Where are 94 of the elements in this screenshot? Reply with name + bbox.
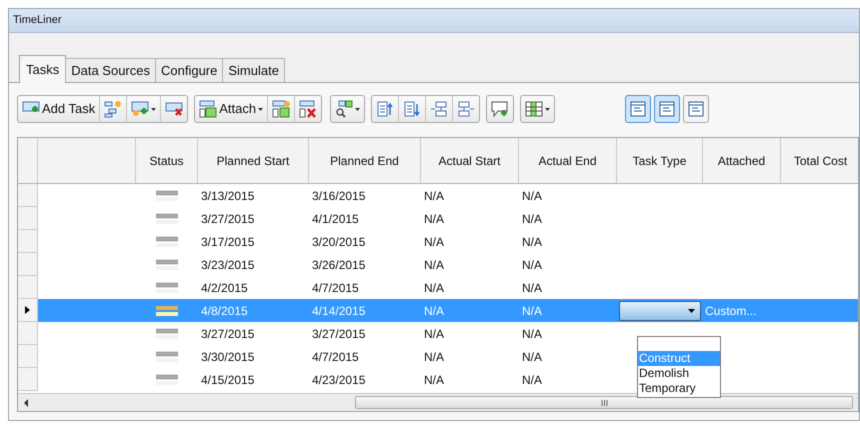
column-header[interactable]: Status [149, 152, 184, 170]
horizontal-scrollbar[interactable] [18, 393, 858, 411]
table-cell-text: 4/15/2015 [201, 372, 254, 388]
status-bars-icon [156, 282, 178, 294]
window-layout-icon [630, 101, 646, 117]
table-cell-text: N/A [522, 372, 542, 388]
status-bars-icon [156, 350, 178, 362]
dropdown-button[interactable]: Attach [195, 96, 268, 122]
column-header[interactable]: Total Cost [794, 152, 848, 170]
table-cell-text: N/A [424, 348, 444, 366]
table-cell-text: N/A [424, 280, 444, 296]
caret-icon [688, 308, 695, 312]
grip-icon [600, 400, 608, 406]
table-cell-text: N/A [424, 234, 444, 250]
tab[interactable]: Data Sources [65, 58, 156, 82]
table-cell-text: 3/30/2015 [201, 348, 254, 366]
table-cell-text: 3/17/2015 [201, 234, 254, 250]
status-bars-icon [156, 304, 178, 316]
table-cell-text: N/A [424, 188, 444, 204]
table-cell-text: N/A [424, 372, 444, 388]
status-bars-icon [156, 212, 178, 224]
row-header[interactable] [18, 299, 38, 322]
table-cell-text: 4/1/2015 [312, 210, 359, 228]
status-bars-icon [156, 328, 178, 340]
list-down-icon [403, 100, 422, 118]
table-cell-text: 3/27/2015 [201, 326, 254, 342]
table-cell-text: 3/26/2015 [312, 256, 366, 274]
indent-boxes-icon [430, 100, 448, 118]
table-cell-text: N/A [522, 210, 542, 228]
tab[interactable]: Configure [155, 58, 224, 82]
monitor-delete-icon [165, 100, 184, 118]
column-header[interactable]: Actual Start [438, 152, 501, 170]
table-cell-text: 4/14/2015 [312, 302, 366, 320]
column-header[interactable]: Actual End [538, 152, 597, 170]
table-cell-text: 3/23/2015 [201, 256, 254, 274]
list-up-icon [376, 100, 394, 118]
toolbar-button[interactable]: Add Task [18, 96, 100, 122]
table-cell-text: N/A [522, 256, 542, 274]
table-cell-text: 4/23/2015 [312, 372, 366, 388]
table-cell-text: N/A [522, 188, 542, 204]
column-header[interactable]: Planned End [330, 152, 399, 170]
scroll-left-icon[interactable] [24, 398, 29, 406]
status-bars-icon [156, 190, 178, 202]
link-boxes-icon [199, 100, 218, 118]
columns-grid-icon [525, 100, 544, 118]
monitor-plus-icon [131, 100, 150, 118]
caret-icon [545, 108, 550, 110]
status-bars-icon [156, 258, 178, 270]
dropdown-option[interactable]: Demolish [638, 366, 720, 381]
current-row-icon [25, 306, 30, 314]
table-cell-text: 4/7/2015 [312, 348, 359, 366]
table-cell-text: 3/27/2015 [312, 326, 366, 342]
table-cell-text: N/A [522, 302, 542, 320]
tab[interactable]: Simulate [222, 58, 285, 82]
window-title: TimeLiner [13, 13, 62, 28]
table-cell-text: N/A [424, 256, 444, 274]
task-type-combo[interactable] [619, 300, 701, 320]
caret-icon [151, 108, 156, 110]
view-toggle[interactable] [654, 95, 680, 123]
search-boxes-icon [335, 100, 354, 118]
link-delete-icon [299, 100, 318, 118]
table-cell-text: 4/8/2015 [201, 302, 248, 320]
view-toggle[interactable] [683, 95, 710, 123]
table-cell-text: N/A [424, 210, 444, 228]
view-toggle[interactable] [625, 95, 652, 123]
table-cell-text: Custom... [705, 302, 756, 320]
table-cell-text: N/A [424, 302, 444, 320]
scrollbar-thumb[interactable] [355, 396, 853, 409]
status-bars-icon [156, 236, 178, 248]
tree-nodes-icon [104, 100, 122, 118]
window-layout-icon [659, 101, 676, 117]
column-header[interactable]: Task Type [632, 152, 686, 170]
tab[interactable]: Tasks [19, 55, 66, 83]
table-cell-text: N/A [522, 280, 542, 296]
dropdown-option[interactable]: Temporary [638, 381, 720, 396]
table-cell-text: 4/2/2015 [201, 280, 248, 296]
column-header[interactable]: Planned Start [216, 152, 290, 170]
link-boxes-icon [272, 100, 290, 118]
caret-icon [355, 108, 360, 110]
table-cell-text: N/A [522, 348, 542, 366]
table-cell-text: N/A [522, 234, 542, 250]
outdent-boxes-icon [457, 100, 476, 118]
caret-icon [258, 108, 264, 110]
table-cell-text: 3/20/2015 [312, 234, 366, 250]
table-cell-text: N/A [522, 326, 542, 342]
table-cell-text: 4/7/2015 [312, 280, 359, 296]
table-cell-text: 3/27/2015 [201, 210, 254, 228]
column-header[interactable]: Attached [718, 152, 766, 170]
speech-bubble-plus-icon [491, 100, 510, 118]
table-cell-text: N/A [424, 326, 444, 342]
status-bars-icon [156, 374, 178, 386]
table-cell-text: 3/13/2015 [201, 188, 254, 204]
table-cell-text: 3/16/2015 [312, 188, 366, 204]
window-layout-icon [688, 101, 704, 117]
